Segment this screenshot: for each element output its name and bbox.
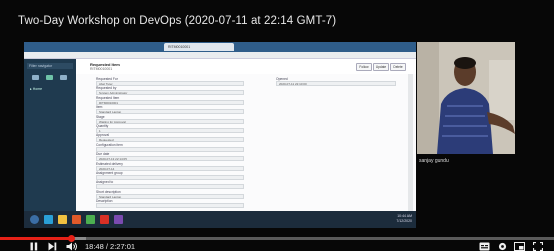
field-input: Standard Laptop [96,193,244,199]
time-display: 18:48 / 2:27:01 [85,242,136,251]
clock-date: 7/12/2020 [396,219,412,223]
video-player[interactable]: Two-Day Workshop on DevOps (2020-07-11 a… [0,0,554,251]
all-apps-icon [60,75,67,80]
field-input [96,203,244,209]
progress-bar[interactable] [0,235,554,242]
start-icon [30,215,39,224]
nav-filter-input: Filter navigator [27,63,73,69]
media-icon [72,215,81,224]
record-form: Requested For Abel Tuter Requested by Syste… [76,74,416,211]
field-input: RITM0010001 [96,99,244,105]
skip-next-icon[interactable] [48,242,57,251]
history-icon [32,75,39,80]
field-input: System Administrator [96,90,244,96]
nav-item-home: ▸ Home [30,87,43,91]
record-header: Requested Item RITM0010001 Follow Update… [76,59,416,75]
field-input: 2020-07-13 22:14:05 [96,156,244,162]
gear-icon[interactable] [498,242,507,251]
delete-button: Delete [390,63,406,71]
follow-button: Follow [356,63,372,71]
subtitles-icon[interactable] [479,242,490,251]
update-button: Update [373,63,389,71]
presenter-video-frame [417,42,515,154]
os-taskbar: 10:44 AM 7/12/2020 [24,211,416,228]
presenter-webcam [417,42,515,154]
chrome-icon [100,215,109,224]
volume-icon[interactable] [66,242,78,251]
video-title: Two-Day Workshop on DevOps (2020-07-11 a… [18,15,337,27]
shared-screen: RITM0010001 Filter navigator ▸ Home Requ… [24,42,416,228]
app-icon [114,215,123,224]
field-input [96,184,244,190]
browser-tab: RITM0010001 [164,43,234,51]
field-input: 1 [96,128,244,133]
excel-icon [86,215,95,224]
form-scrollbar [408,74,413,211]
ie-icon [44,215,53,224]
browser-tab-strip: RITM0010001 [24,42,416,52]
presenter-name: sanjay gundu [419,158,449,164]
field-input [96,175,244,180]
field-input: Requested [96,137,244,143]
favorites-icon [46,75,53,80]
record-number: RITM0010001 [90,67,113,71]
played-bar [0,237,71,240]
play-icon[interactable] [30,242,38,251]
miniplayer-icon[interactable] [514,242,525,251]
field-input [96,146,244,152]
app-navigator: Filter navigator ▸ Home [24,59,76,211]
field-input: 2020-07-14 [96,165,244,171]
field-input: Standard Laptop [96,109,244,115]
field-input: Abel Tuter [96,81,244,86]
fullscreen-icon[interactable] [533,242,543,251]
field-input: Waiting for Approval [96,118,244,124]
field-input: 2020-07-11 22:10:00 [276,81,396,86]
browser-address-bar [24,52,416,59]
scrubber-handle[interactable] [67,235,75,242]
taskbar-clock: 10:44 AM 7/12/2020 [396,214,412,224]
folder-icon [58,215,67,224]
